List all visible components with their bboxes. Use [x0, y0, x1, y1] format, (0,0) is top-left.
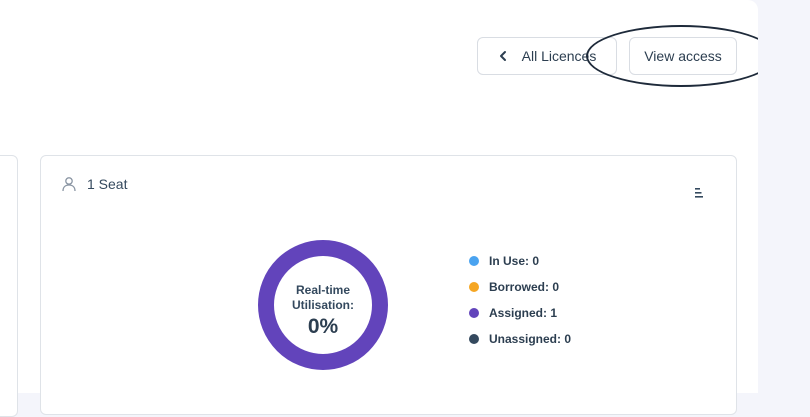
view-access-button[interactable]: View access: [629, 37, 737, 75]
all-licences-label: All Licences: [521, 48, 597, 64]
legend-label: Borrowed: 0: [489, 280, 560, 294]
seat-label: 1 Seat: [87, 176, 128, 192]
view-access-label: View access: [644, 48, 722, 64]
donut-center: Real-time Utilisation: 0%: [257, 283, 389, 341]
legend-dot: [469, 334, 479, 344]
legend-dot: [469, 256, 479, 266]
donut-label-line2: Utilisation:: [292, 298, 354, 312]
all-licences-button[interactable]: All Licences: [477, 37, 617, 75]
previous-card-edge: [0, 155, 18, 417]
legend-dot: [469, 308, 479, 318]
donut-label-line1: Real-time: [295, 283, 351, 297]
chevron-left-icon: [499, 51, 506, 61]
menu-icon[interactable]: [694, 187, 704, 199]
utilisation-value: 0%: [307, 315, 339, 338]
legend-label: Assigned: 1: [489, 306, 558, 320]
legend-item-in-use: In Use: 0: [469, 248, 571, 274]
legend-item-assigned: Assigned: 1: [469, 300, 571, 326]
main-panel: All Licences View access 1 Seat Real-tim…: [0, 0, 776, 417]
legend-dot: [469, 282, 479, 292]
legend-item-unassigned: Unassigned: 0: [469, 326, 571, 352]
user-icon: [62, 177, 76, 192]
legend-label: In Use: 0: [489, 254, 540, 268]
right-background: [758, 0, 810, 393]
legend-label: Unassigned: 0: [489, 332, 572, 346]
legend-item-borrowed: Borrowed: 0: [469, 274, 571, 300]
seat-card: 1 Seat Real-time Utilisation: 0% In Use:…: [40, 155, 737, 415]
legend: In Use: 0 Borrowed: 0 Assigned: 1 Unassi…: [469, 248, 571, 352]
seat-header: 1 Seat: [61, 176, 127, 192]
